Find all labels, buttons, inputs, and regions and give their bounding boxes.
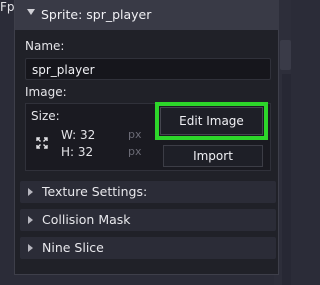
panel-title: Sprite: spr_player bbox=[41, 7, 152, 22]
sprite-properties-panel: Sprite: spr_player Name: spr_player Imag… bbox=[14, 0, 279, 275]
height-label: H: 32 bbox=[61, 145, 94, 159]
section-label: Nine Slice bbox=[42, 240, 104, 255]
width-label: W: 32 bbox=[61, 128, 96, 142]
name-field[interactable]: spr_player bbox=[25, 58, 271, 80]
background-tab[interactable] bbox=[280, 40, 291, 70]
section-collision-mask[interactable]: Collision Mask bbox=[20, 209, 276, 231]
width-unit: px bbox=[128, 128, 142, 141]
image-label: Image: bbox=[25, 85, 67, 99]
panel-titlebar[interactable]: Sprite: spr_player bbox=[15, 0, 279, 30]
resize-icon[interactable] bbox=[36, 137, 48, 149]
expand-arrow-icon bbox=[28, 216, 33, 224]
section-texture-settings[interactable]: Texture Settings: bbox=[20, 181, 276, 203]
name-label: Name: bbox=[25, 39, 65, 53]
edit-image-button[interactable]: Edit Image bbox=[160, 107, 263, 135]
section-label: Texture Settings: bbox=[42, 184, 148, 199]
background-strip bbox=[282, 74, 291, 285]
collapse-chevron-icon[interactable] bbox=[27, 9, 35, 15]
section-label: Collision Mask bbox=[42, 212, 131, 227]
height-unit: px bbox=[128, 145, 142, 158]
import-button[interactable]: Import bbox=[163, 145, 263, 167]
expand-arrow-icon bbox=[28, 188, 33, 196]
expand-arrow-icon bbox=[28, 244, 33, 252]
size-label: Size: bbox=[31, 109, 60, 123]
section-nine-slice[interactable]: Nine Slice bbox=[20, 237, 276, 259]
